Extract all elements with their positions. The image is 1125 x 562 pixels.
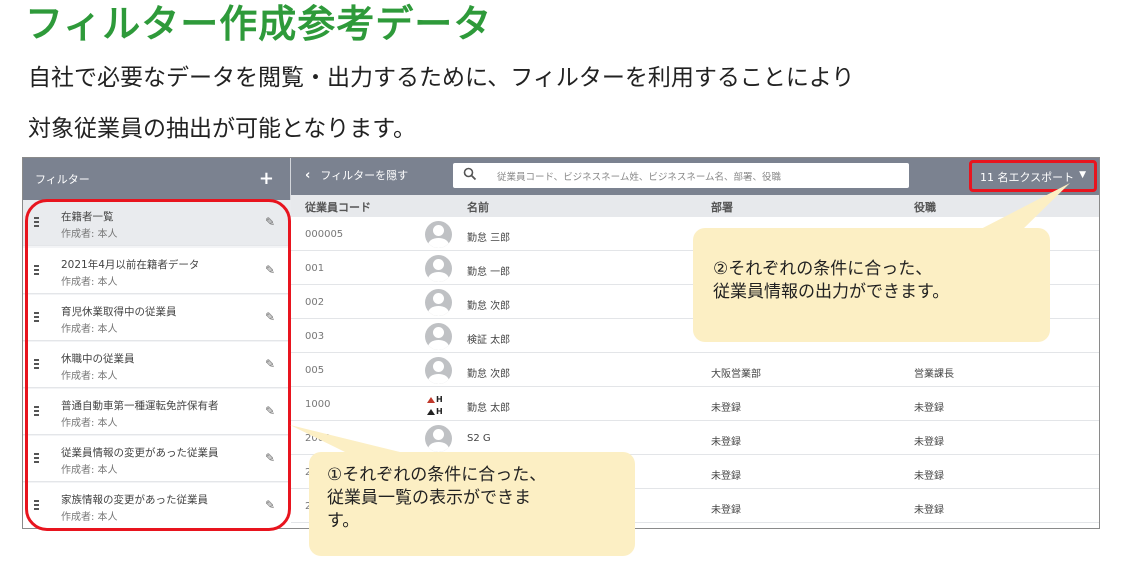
callout-pointer-1 bbox=[290, 425, 400, 452]
callout-note-1: ①それぞれの条件に合った、 従業員一覧の表示ができま す。 bbox=[309, 452, 635, 556]
note1-line3: す。 bbox=[327, 511, 360, 531]
note1-line2: 従業員一覧の表示ができま bbox=[327, 488, 531, 508]
note1-line1: ①それぞれの条件に合った、 bbox=[327, 465, 547, 485]
note2-line1: ②それぞれの条件に合った、 bbox=[713, 259, 933, 279]
callout-note-2: ②それぞれの条件に合った、 従業員情報の出力ができます。 bbox=[693, 228, 1050, 342]
note2-line2: 従業員情報の出力ができます。 bbox=[713, 282, 950, 302]
callout-pointer-2 bbox=[975, 183, 1070, 232]
